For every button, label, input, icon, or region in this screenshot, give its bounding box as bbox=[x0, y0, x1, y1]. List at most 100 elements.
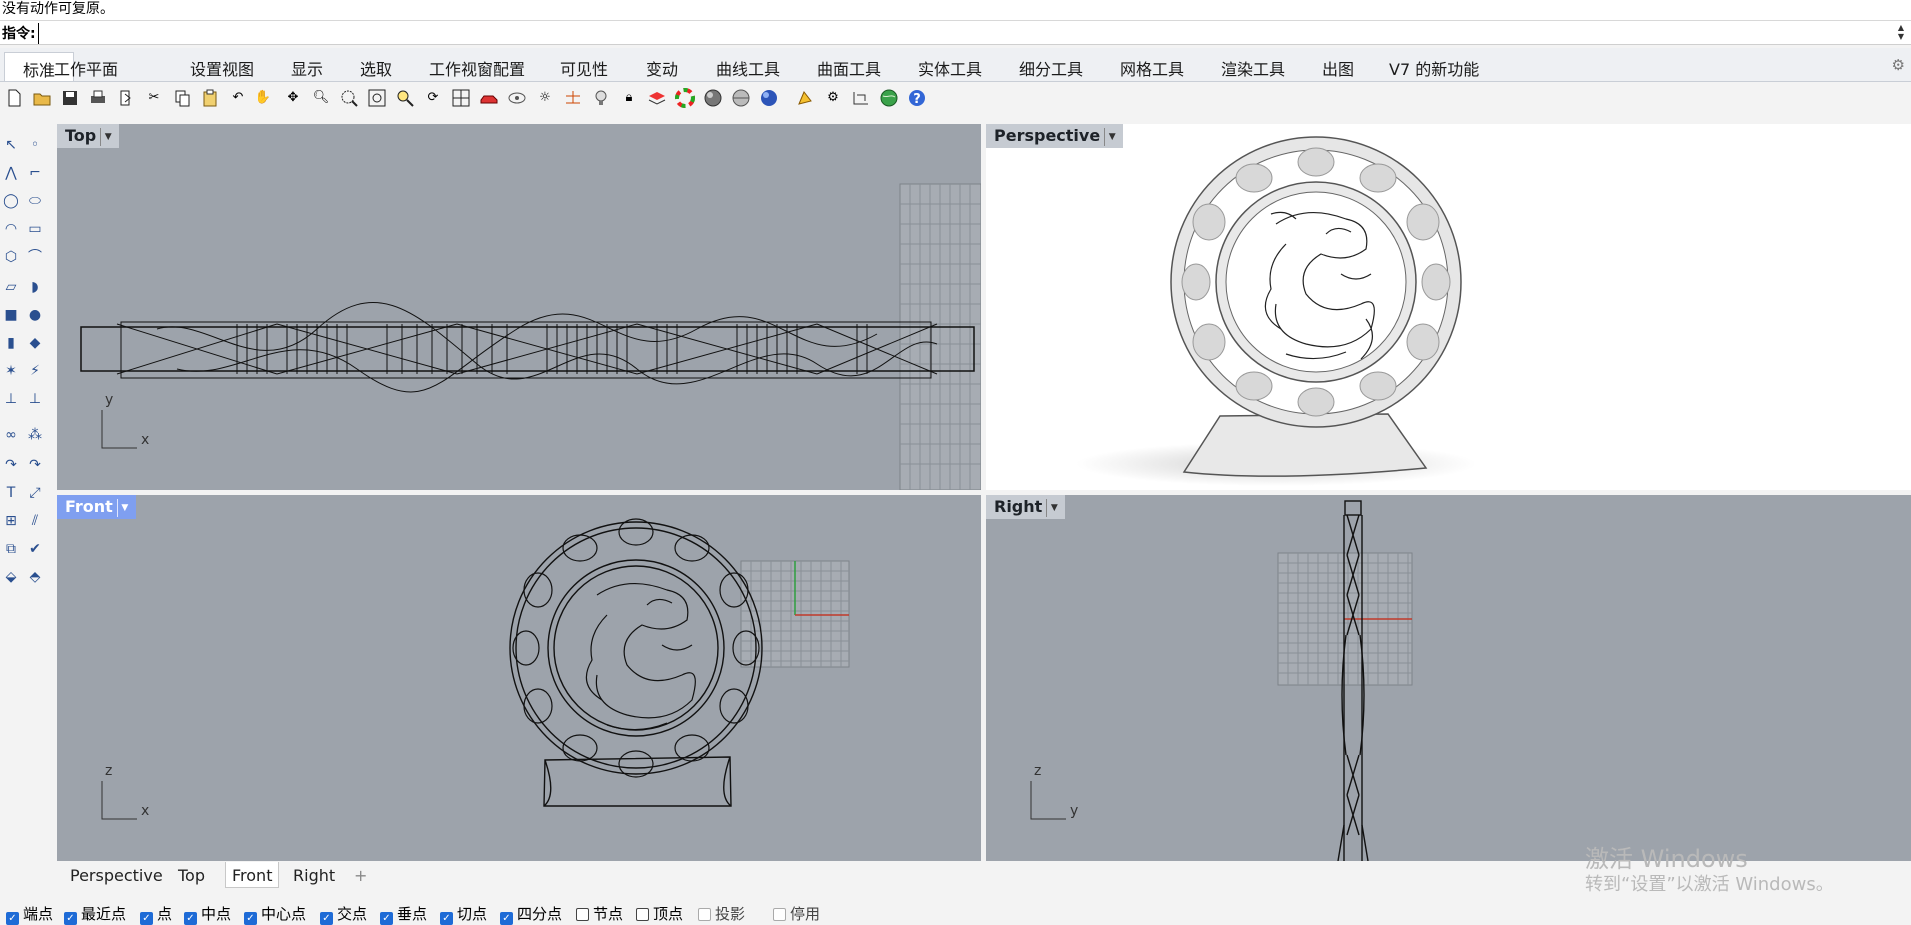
dropdown-arrow-icon[interactable]: ▼ bbox=[116, 498, 132, 517]
viewport-tab-top[interactable]: Top bbox=[178, 866, 205, 885]
lock-icon[interactable]: 🔒︎ bbox=[619, 88, 639, 108]
sphere-icon[interactable]: ● bbox=[24, 304, 46, 326]
tab-mesh-tools[interactable]: 网格工具 bbox=[1120, 56, 1184, 80]
gear-icon[interactable]: ⚙ bbox=[1892, 56, 1905, 74]
viewport-top[interactable]: y x Top ▼ bbox=[57, 124, 981, 490]
new-file-icon[interactable] bbox=[4, 88, 24, 108]
dropdown-arrow-icon[interactable]: ▼ bbox=[1104, 127, 1119, 146]
checkbox-unchecked-icon[interactable] bbox=[576, 908, 589, 921]
help-icon[interactable]: ? bbox=[907, 88, 927, 108]
zoom-icon[interactable]: 🔍︎ bbox=[311, 88, 331, 108]
polyline-icon[interactable]: ⋀ bbox=[0, 162, 22, 184]
cut-icon[interactable]: ✂ bbox=[144, 88, 164, 108]
checkbox-unchecked-icon[interactable] bbox=[636, 908, 649, 921]
tab-render-tools[interactable]: 渲染工具 bbox=[1221, 56, 1285, 80]
checkbox-checked-icon[interactable]: ✓ bbox=[184, 912, 197, 925]
tab-solid-tools[interactable]: 实体工具 bbox=[918, 56, 982, 80]
viewport-tab-perspective[interactable]: Perspective bbox=[70, 866, 163, 885]
viewport-title-perspective[interactable]: Perspective ▼ bbox=[986, 124, 1124, 148]
color-wheel-icon[interactable] bbox=[675, 88, 695, 108]
tab-new-in-v7[interactable]: V7 的新功能 bbox=[1389, 56, 1479, 80]
save-icon[interactable] bbox=[60, 88, 80, 108]
point-icon[interactable]: ◦ bbox=[24, 134, 46, 156]
checkbox-unchecked-icon[interactable] bbox=[773, 908, 786, 921]
layer-icon[interactable] bbox=[647, 88, 667, 108]
tab-viewport-layout[interactable]: 工作视窗配置 bbox=[429, 56, 525, 80]
viewport-title-right[interactable]: Right ▼ bbox=[986, 495, 1066, 519]
snap-intersection[interactable]: ✓ 交点 bbox=[320, 903, 367, 925]
cplane-icon[interactable] bbox=[563, 88, 583, 108]
snap-near[interactable]: ✓ 最近点 bbox=[64, 903, 126, 925]
tab-surface-tools[interactable]: 曲面工具 bbox=[817, 56, 881, 80]
plane-icon[interactable]: ◆ bbox=[24, 332, 46, 354]
tab-visibility[interactable]: 可见性 bbox=[560, 56, 608, 80]
tab-set-view[interactable]: 设置视图 bbox=[190, 56, 254, 80]
ellipse-icon[interactable]: ⬭ bbox=[24, 190, 46, 212]
tab-transform[interactable]: 变动 bbox=[646, 56, 678, 80]
checkbox-checked-icon[interactable]: ✓ bbox=[440, 912, 453, 925]
viewport-tab-front[interactable]: Front bbox=[225, 862, 280, 888]
split-icon[interactable]: ⫽ bbox=[24, 510, 46, 532]
car-icon[interactable] bbox=[479, 88, 499, 108]
rectangle-icon[interactable]: ▭ bbox=[24, 218, 46, 240]
viewport-tab-right[interactable]: Right bbox=[293, 866, 335, 885]
command-input[interactable] bbox=[38, 23, 1893, 44]
checkbox-checked-icon[interactable]: ✓ bbox=[140, 912, 153, 925]
snap-midpoint[interactable]: ✓ 中点 bbox=[184, 903, 231, 925]
sphere-rendered-icon[interactable] bbox=[731, 88, 751, 108]
grid-array-icon[interactable]: ⊞ bbox=[0, 510, 22, 532]
snap-endpoint[interactable]: ✓ 端点 bbox=[6, 903, 53, 925]
viewport-right[interactable]: z y Right ▼ bbox=[986, 495, 1911, 861]
loft-icon[interactable]: ◗ bbox=[24, 276, 46, 298]
zoom-selected-icon[interactable] bbox=[395, 88, 415, 108]
gear-settings-icon[interactable]: ⚙ bbox=[823, 88, 843, 108]
box-icon[interactable]: ■ bbox=[0, 304, 22, 326]
select-arrow-icon[interactable]: ↖ bbox=[0, 134, 22, 156]
viewport-grid-icon[interactable] bbox=[451, 88, 471, 108]
viewport-perspective[interactable]: Perspective ▼ bbox=[986, 124, 1911, 490]
tab-display[interactable]: 显示 bbox=[291, 56, 323, 80]
sphere-shaded-icon[interactable] bbox=[703, 88, 723, 108]
light-bulb-icon[interactable] bbox=[591, 88, 611, 108]
viewport-title-top[interactable]: Top ▼ bbox=[57, 124, 120, 148]
open-folder-icon[interactable] bbox=[32, 88, 52, 108]
snap-vertex[interactable]: 顶点 bbox=[636, 903, 683, 924]
extrude-icon[interactable]: ⚡ bbox=[24, 360, 46, 382]
viewport-front[interactable]: z x Front ▼ bbox=[57, 495, 981, 861]
scroll-down-icon[interactable]: ▼ bbox=[1898, 32, 1904, 41]
offset-icon[interactable]: ⁂ bbox=[24, 424, 46, 446]
copy-icon[interactable] bbox=[172, 88, 192, 108]
zoom-window-icon[interactable] bbox=[339, 88, 359, 108]
snap-tangent[interactable]: ✓ 切点 bbox=[440, 903, 487, 925]
named-views-icon[interactable] bbox=[507, 88, 527, 108]
render-icon[interactable]: ⬘ bbox=[24, 566, 46, 588]
snap-disable[interactable]: 停用 bbox=[773, 903, 820, 924]
surface-icon[interactable]: ▱ bbox=[0, 276, 22, 298]
sphere-blue-icon[interactable] bbox=[759, 88, 779, 108]
curve-control-icon[interactable]: ⌐ bbox=[24, 162, 46, 184]
text-icon[interactable]: ↷ bbox=[0, 454, 22, 476]
checkbox-checked-icon[interactable]: ✓ bbox=[244, 912, 257, 925]
globe-icon[interactable] bbox=[879, 88, 899, 108]
snap-knot[interactable]: 节点 bbox=[576, 903, 623, 924]
dropdown-arrow-icon[interactable]: ▼ bbox=[100, 127, 115, 146]
point-cloud-icon[interactable]: ⊥ bbox=[24, 388, 46, 410]
tab-drafting[interactable]: 出图 bbox=[1322, 56, 1354, 80]
checkbox-unchecked-icon[interactable] bbox=[698, 908, 711, 921]
join-curve-icon[interactable]: ∞ bbox=[0, 424, 22, 446]
checkbox-checked-icon[interactable]: ✓ bbox=[380, 912, 393, 925]
rotate-view-icon[interactable]: ✥ bbox=[283, 88, 303, 108]
cylinder-icon[interactable]: ▮ bbox=[0, 332, 22, 354]
pan-hand-icon[interactable]: ✋ bbox=[253, 88, 273, 108]
scroll-up-icon[interactable]: ▲ bbox=[1898, 23, 1904, 32]
array-icon[interactable]: T bbox=[0, 482, 22, 504]
sun-icon[interactable]: ☼ bbox=[535, 88, 555, 108]
polygon-icon[interactable]: ⬡ bbox=[0, 246, 22, 268]
tab-subd-tools[interactable]: 细分工具 bbox=[1019, 56, 1083, 80]
spotlight-icon[interactable] bbox=[795, 88, 815, 108]
checkbox-checked-icon[interactable]: ✓ bbox=[500, 912, 513, 925]
undo-icon[interactable]: ↶ bbox=[228, 88, 248, 108]
fillet-curve-icon[interactable]: ⌒ bbox=[24, 246, 46, 268]
snap-point[interactable]: ✓ 点 bbox=[140, 903, 172, 925]
checkbox-checked-icon[interactable]: ✓ bbox=[6, 912, 19, 925]
